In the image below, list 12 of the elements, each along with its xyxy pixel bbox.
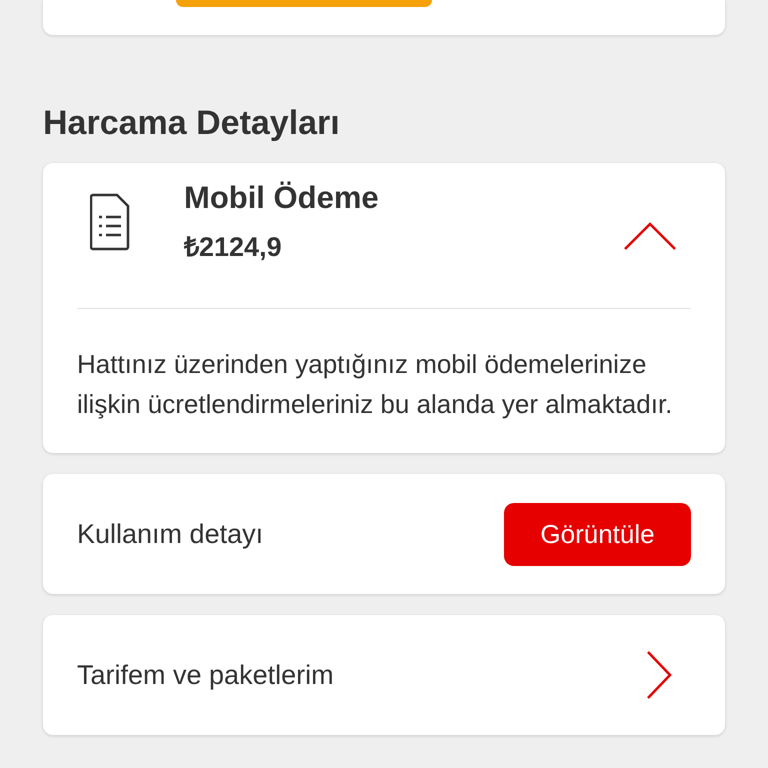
chevron-up-icon[interactable] <box>623 221 677 251</box>
menu-row[interactable]: Tarifem ve paketlerim <box>43 615 725 735</box>
card-title: Mobil Ödeme <box>184 179 380 217</box>
amount: ₺2124,9 <box>184 231 283 264</box>
row-label: Tarifem ve paketlerim <box>77 660 334 690</box>
menu-row[interactable]: Kullanım detayı Görüntüle <box>43 474 725 594</box>
document-icon <box>90 193 130 251</box>
section-title: Harcama Detayları <box>43 103 341 143</box>
chevron-right-icon <box>645 650 673 700</box>
row-label: Kullanım detayı <box>77 518 264 550</box>
description: Hattınız üzerinden yaptığınız mobil ödemelerinize ilişkin ücretlendirmeleriniz bu alanda yer almaktadır. <box>77 348 674 420</box>
view-button[interactable]: Görüntüle <box>504 502 691 566</box>
